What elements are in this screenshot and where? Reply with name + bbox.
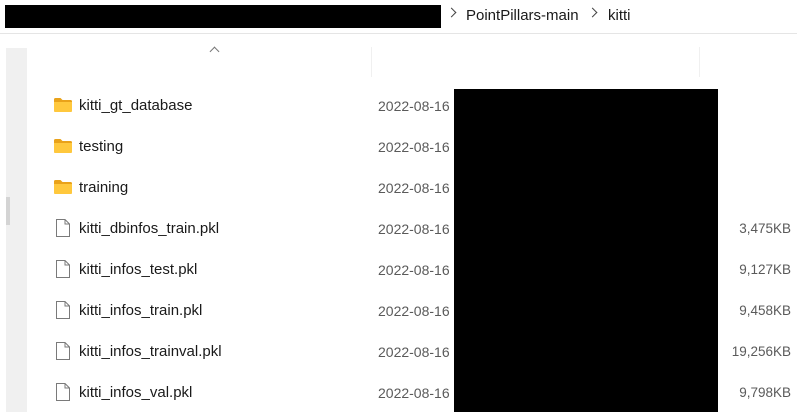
redacted-path	[5, 5, 441, 28]
breadcrumb-item-pointpillars-main[interactable]: PointPillars-main	[466, 6, 579, 26]
column-divider[interactable]	[699, 47, 700, 77]
file-size: 9,798KB	[739, 385, 791, 400]
folder-icon	[53, 136, 73, 156]
file-date: 2022-08-16	[378, 221, 450, 237]
file-name: kitti_dbinfos_train.pkl	[79, 220, 220, 237]
file-icon	[53, 382, 73, 402]
address-bar[interactable]: PointPillars-main kitti	[0, 0, 797, 34]
file-icon	[53, 259, 73, 279]
file-date: 2022-08-16	[378, 180, 450, 196]
column-divider[interactable]	[371, 47, 372, 77]
file-size: 3,475KB	[739, 221, 791, 236]
file-date: 2022-08-16	[378, 303, 450, 319]
chevron-right-icon	[446, 7, 457, 18]
file-date: 2022-08-16	[378, 262, 450, 278]
file-icon	[53, 218, 73, 238]
chevron-right-icon	[587, 7, 598, 18]
file-name: training	[79, 179, 129, 196]
file-size: 9,458KB	[739, 303, 791, 318]
file-name: kitti_infos_val.pkl	[79, 384, 193, 401]
folder-icon	[53, 95, 73, 115]
file-name: testing	[79, 138, 124, 155]
file-date: 2022-08-16	[378, 385, 450, 401]
file-icon	[53, 341, 73, 361]
file-size: 19,256KB	[731, 344, 791, 359]
breadcrumb-item-kitti[interactable]: kitti	[608, 6, 631, 26]
file-name: kitti_infos_train.pkl	[79, 302, 203, 319]
navigation-pane[interactable]	[6, 48, 27, 412]
file-icon	[53, 300, 73, 320]
folder-icon	[53, 177, 73, 197]
navigation-pane-scroll-thumb[interactable]	[6, 197, 10, 225]
file-name: kitti_gt_database	[79, 97, 193, 114]
file-date: 2022-08-16	[378, 139, 450, 155]
file-name: kitti_infos_trainval.pkl	[79, 343, 222, 360]
file-date: 2022-08-16	[378, 98, 450, 114]
file-name: kitti_infos_test.pkl	[79, 261, 198, 278]
redacted-columns	[454, 89, 718, 412]
file-date: 2022-08-16	[378, 344, 450, 360]
column-header[interactable]	[27, 40, 797, 80]
file-size: 9,127KB	[739, 262, 791, 277]
